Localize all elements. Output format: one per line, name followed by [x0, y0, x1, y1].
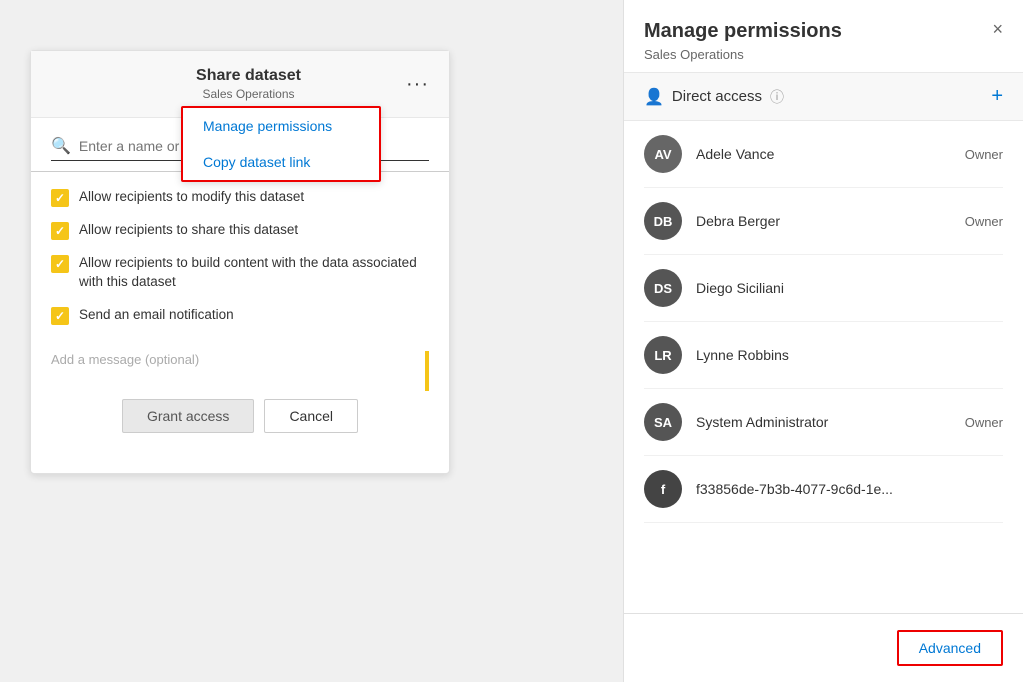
- manage-title: Manage permissions: [644, 20, 842, 43]
- add-user-icon[interactable]: +: [991, 85, 1003, 108]
- user-avatar: DS: [644, 269, 682, 307]
- copy-link-menu-item[interactable]: Copy dataset link: [183, 144, 379, 180]
- direct-access-icon: 👤: [644, 87, 664, 107]
- info-icon[interactable]: ⓘ: [770, 87, 784, 107]
- manage-subtitle: Sales Operations: [644, 47, 842, 62]
- checkbox-email: Send an email notification: [51, 306, 429, 325]
- checkbox-build-label: Allow recipients to build content with t…: [79, 254, 429, 292]
- share-panel: Share dataset Sales Operations ··· Manag…: [30, 50, 450, 474]
- advanced-button[interactable]: Advanced: [897, 630, 1003, 666]
- direct-access-label: Direct access: [672, 88, 762, 105]
- search-icon: 🔍: [51, 136, 71, 156]
- menu-trigger[interactable]: ···: [406, 73, 429, 96]
- checkbox-modify: Allow recipients to modify this dataset: [51, 188, 429, 207]
- user-name: Adele Vance: [696, 146, 951, 162]
- user-name: Debra Berger: [696, 213, 951, 229]
- advanced-section: Advanced: [624, 613, 1023, 682]
- share-panel-title-block: Share dataset Sales Operations: [196, 67, 301, 101]
- checkbox-modify-label: Allow recipients to modify this dataset: [79, 188, 304, 207]
- direct-access-left: 👤 Direct access ⓘ: [644, 87, 784, 107]
- user-avatar: SA: [644, 403, 682, 441]
- accent-bar: [425, 351, 429, 391]
- user-name: Lynne Robbins: [696, 347, 1003, 363]
- screen: Share dataset Sales Operations ··· Manag…: [0, 0, 1023, 682]
- user-item: DS Diego Siciliani: [644, 255, 1003, 322]
- user-item: f f33856de-7b3b-4077-9c6d-1e...: [644, 456, 1003, 523]
- direct-access-header: 👤 Direct access ⓘ +: [624, 73, 1023, 121]
- user-list: AVAdele VanceOwnerDBDebra BergerOwnerDSD…: [624, 121, 1023, 613]
- share-panel-wrapper: Share dataset Sales Operations ··· Manag…: [30, 50, 450, 474]
- user-role: Owner: [965, 214, 1003, 229]
- user-avatar: AV: [644, 135, 682, 173]
- manage-header-text: Manage permissions Sales Operations: [644, 20, 842, 62]
- share-panel-title: Share dataset: [196, 67, 301, 85]
- user-item: LR Lynne Robbins: [644, 322, 1003, 389]
- user-role: Owner: [965, 415, 1003, 430]
- user-item: SA System Administrator Owner: [644, 389, 1003, 456]
- manage-panel: Manage permissions Sales Operations × 👤 …: [623, 0, 1023, 682]
- user-name: f33856de-7b3b-4077-9c6d-1e...: [696, 481, 1003, 497]
- user-avatar: f: [644, 470, 682, 508]
- share-panel-subtitle: Sales Operations: [196, 87, 301, 101]
- context-menu: Manage permissions Copy dataset link: [181, 106, 381, 182]
- checkbox-share-label: Allow recipients to share this dataset: [79, 221, 298, 240]
- user-item: DB Debra Berger Owner: [644, 188, 1003, 255]
- user-item: AV Adele Vance Owner: [644, 121, 1003, 188]
- manage-header: Manage permissions Sales Operations ×: [624, 0, 1023, 73]
- cancel-button[interactable]: Cancel: [264, 399, 358, 433]
- checkbox-build-box[interactable]: [51, 255, 69, 273]
- buttons-section: Grant access Cancel: [31, 389, 449, 443]
- user-name: Diego Siciliani: [696, 280, 1003, 296]
- message-section: Add a message (optional): [31, 341, 449, 389]
- checkbox-build: Allow recipients to build content with t…: [51, 254, 429, 292]
- manage-permissions-menu-item[interactable]: Manage permissions: [183, 108, 379, 144]
- user-role: Owner: [965, 147, 1003, 162]
- user-name: System Administrator: [696, 414, 951, 430]
- checkbox-modify-box[interactable]: [51, 189, 69, 207]
- checkbox-share: Allow recipients to share this dataset: [51, 221, 429, 240]
- message-placeholder: Add a message (optional): [51, 352, 199, 367]
- checkboxes-section: Allow recipients to modify this dataset …: [31, 172, 449, 341]
- user-avatar: DB: [644, 202, 682, 240]
- close-button[interactable]: ×: [992, 20, 1003, 38]
- checkbox-share-box[interactable]: [51, 222, 69, 240]
- user-avatar: LR: [644, 336, 682, 374]
- checkbox-email-box[interactable]: [51, 307, 69, 325]
- dots-icon: ···: [406, 73, 429, 96]
- grant-access-button[interactable]: Grant access: [122, 399, 254, 433]
- checkbox-email-label: Send an email notification: [79, 306, 234, 325]
